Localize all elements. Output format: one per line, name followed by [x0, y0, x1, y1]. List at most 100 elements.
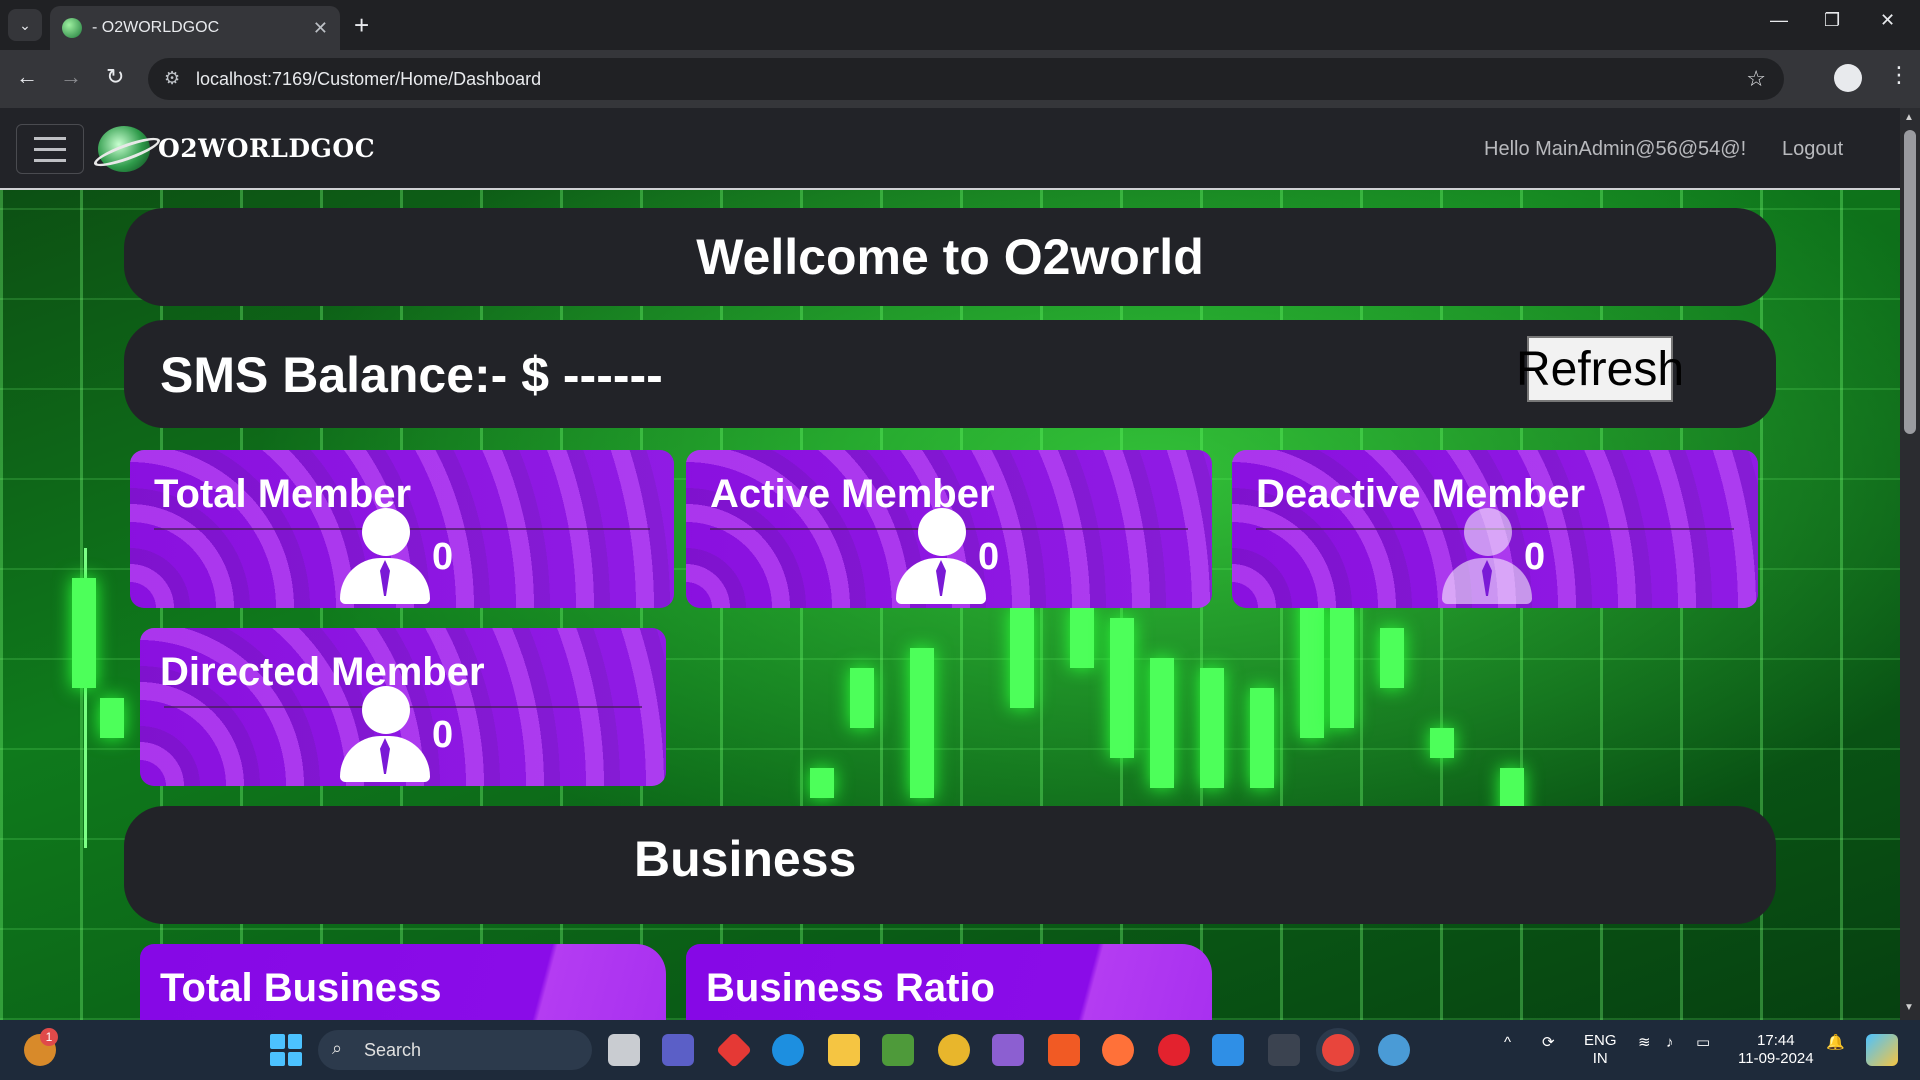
tab-search-chevron-icon[interactable]: ⌄ — [8, 9, 42, 41]
card-title: Business Ratio — [706, 966, 995, 1010]
scrollbar-thumb[interactable] — [1904, 130, 1916, 434]
candle — [1330, 608, 1354, 728]
sms-balance-label: SMS Balance:- $ ------ — [160, 347, 663, 403]
browser-tab[interactable]: - O2WORLDGOC ✕ — [50, 6, 340, 50]
volume-icon[interactable]: ♪ — [1666, 1034, 1674, 1052]
clock-date: 11-09-2024 — [1738, 1050, 1814, 1067]
welcome-heading: Wellcome to O2world — [696, 229, 1204, 285]
minimize-icon[interactable]: — — [1770, 10, 1788, 31]
candle — [850, 668, 874, 728]
taskbar-search[interactable]: ⌕ Search — [318, 1030, 592, 1070]
language-indicator[interactable]: ENG IN — [1584, 1032, 1617, 1068]
notification-bell-icon[interactable]: 🔔 — [1826, 1034, 1845, 1052]
user-greeting: Hello MainAdmin@56@54@! — [1484, 138, 1747, 160]
candle — [1010, 608, 1034, 708]
windows-taskbar: 1 ⌕ Search ^ ⟳ ENG IN ≋ ♪ ▭ 17:44 11-09-… — [0, 1020, 1920, 1080]
windows-start-icon[interactable] — [270, 1034, 302, 1066]
directed-member-card[interactable]: Directed Member 0 — [140, 628, 666, 786]
battery-icon[interactable]: ▭ — [1696, 1034, 1710, 1052]
candle — [72, 578, 96, 688]
terminal-icon[interactable] — [1268, 1034, 1300, 1066]
refresh-button[interactable]: Refresh — [1516, 336, 1684, 402]
site-info-icon[interactable]: ⚙ — [164, 68, 180, 89]
wifi-icon[interactable]: ≋ — [1638, 1034, 1651, 1052]
show-hidden-icons-chevron-icon[interactable]: ^ — [1504, 1034, 1511, 1052]
card-count: 0 — [432, 714, 454, 756]
page-viewport: O2WORLDGOC Hello MainAdmin@56@54@! Logou… — [0, 108, 1920, 1020]
restore-icon[interactable]: ❐ — [1824, 10, 1840, 31]
clock[interactable]: 17:44 11-09-2024 — [1738, 1032, 1814, 1068]
app-navbar: O2WORLDGOC Hello MainAdmin@56@54@! Logou… — [0, 108, 1900, 190]
candle — [1430, 728, 1454, 758]
total-business-card[interactable]: Total Business — [140, 944, 666, 1020]
candle — [1200, 668, 1224, 788]
new-tab-plus-icon[interactable]: + — [354, 10, 369, 40]
user-person-icon — [896, 508, 986, 606]
edge-icon[interactable] — [772, 1034, 804, 1066]
address-bar[interactable]: ⚙ localhost:7169/Customer/Home/Dashboard… — [148, 58, 1784, 100]
page-scrollbar[interactable]: ▲ ▼ — [1900, 108, 1920, 1020]
teams-icon[interactable] — [662, 1034, 694, 1066]
candle — [1300, 598, 1324, 738]
user-person-icon — [340, 686, 430, 784]
bookmark-star-icon[interactable]: ☆ — [1746, 66, 1766, 92]
vscode-icon[interactable] — [1212, 1034, 1244, 1066]
file-explorer-icon[interactable] — [828, 1034, 860, 1066]
back-arrow-icon[interactable]: ← — [16, 64, 38, 90]
search-icon: ⌕ — [332, 1038, 343, 1058]
business-banner: Business — [124, 806, 1776, 924]
tab-close-icon[interactable]: ✕ — [313, 18, 328, 39]
o2world-app-icon[interactable] — [1378, 1034, 1410, 1066]
brave-icon[interactable] — [1048, 1034, 1080, 1066]
total-member-card[interactable]: Total Member 0 — [130, 450, 674, 608]
url-text: localhost:7169/Customer/Home/Dashboard — [196, 68, 542, 89]
firefox-icon[interactable] — [1102, 1034, 1134, 1066]
tab-title: - O2WORLDGOC — [92, 19, 220, 36]
business-ratio-card[interactable]: Business Ratio — [686, 944, 1212, 1020]
active-member-card[interactable]: Active Member 0 — [686, 450, 1212, 608]
logout-link[interactable]: Logout — [1782, 138, 1843, 161]
window-close-icon[interactable]: ✕ — [1880, 10, 1895, 31]
sms-balance-panel: SMS Balance:- $ ------ Refresh — [124, 320, 1776, 428]
visual-studio-icon[interactable] — [992, 1034, 1024, 1066]
deactive-member-card[interactable]: Deactive Member 0 — [1232, 450, 1758, 608]
business-heading: Business — [634, 831, 857, 887]
scroll-down-arrow-icon[interactable]: ▼ — [1904, 1002, 1914, 1013]
card-count: 0 — [978, 536, 1000, 578]
candle — [810, 768, 834, 798]
forward-arrow-icon[interactable]: → — [60, 64, 82, 90]
candle — [1150, 658, 1174, 788]
brand-name[interactable]: O2WORLDGOC — [158, 134, 375, 163]
hamburger-menu-icon[interactable] — [16, 124, 84, 174]
card-count: 0 — [432, 536, 454, 578]
site-favicon-icon — [62, 18, 82, 38]
card-title: Total Business — [160, 966, 442, 1010]
candle — [910, 648, 934, 798]
browser-tabstrip: ⌄ - O2WORLDGOC ✕ + — ❐ ✕ — [0, 0, 1920, 50]
lang-primary: ENG — [1584, 1032, 1617, 1049]
profile-avatar-icon[interactable] — [1834, 64, 1862, 92]
candle — [1250, 688, 1274, 788]
app-diamond-icon[interactable] — [715, 1031, 753, 1069]
snipping-tool-icon[interactable] — [882, 1034, 914, 1066]
chrome-dev-icon[interactable] — [938, 1034, 970, 1066]
copilot-icon[interactable] — [1866, 1034, 1898, 1066]
browser-menu-icon[interactable]: ⋮ — [1888, 62, 1910, 88]
reload-icon[interactable]: ↻ — [106, 64, 124, 90]
clock-time: 17:44 — [1757, 1032, 1795, 1049]
card-title: Deactive Member — [1256, 472, 1586, 516]
taskbar-search-label: Search — [364, 1039, 422, 1060]
opera-icon[interactable] — [1158, 1034, 1190, 1066]
chrome-active-icon[interactable] — [1322, 1034, 1354, 1066]
task-view-icon[interactable] — [608, 1034, 640, 1066]
sync-icon[interactable]: ⟳ — [1542, 1034, 1555, 1052]
lang-secondary: IN — [1592, 1050, 1608, 1067]
welcome-banner: Wellcome to O2world — [124, 208, 1776, 306]
candle — [1070, 608, 1094, 668]
scroll-up-arrow-icon[interactable]: ▲ — [1904, 112, 1914, 123]
candle — [1110, 618, 1134, 758]
card-count: 0 — [1524, 536, 1546, 578]
notification-badge: 1 — [40, 1028, 58, 1046]
o2world-logo-icon[interactable] — [98, 126, 150, 172]
user-person-icon — [1442, 508, 1532, 606]
